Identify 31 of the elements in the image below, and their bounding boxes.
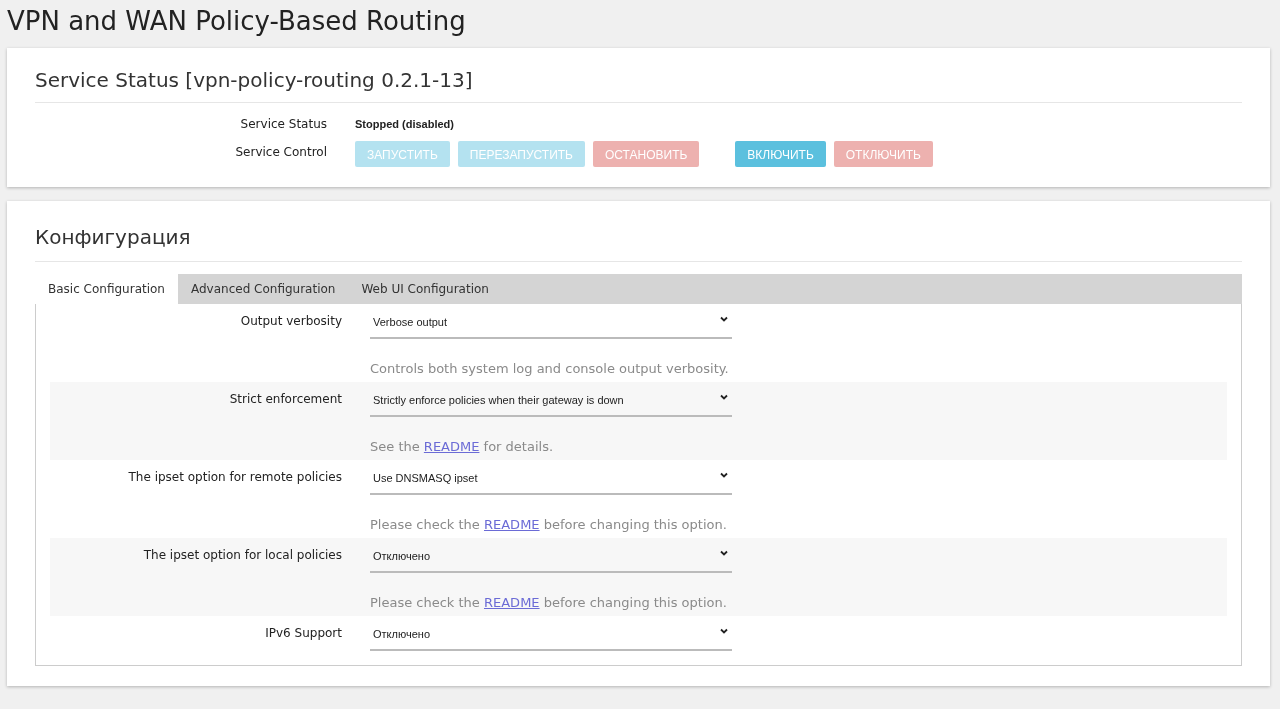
panel-title: Конфигурация <box>35 225 1242 262</box>
chevron-down-icon <box>719 314 729 324</box>
field-label: Service Control <box>234 144 328 161</box>
chevron-down-icon <box>719 470 729 480</box>
option-label: The ipset option for local policies <box>142 547 343 564</box>
option-label: The ipset option for remote policies <box>127 469 343 486</box>
readme-link[interactable]: README <box>484 594 540 610</box>
select-field[interactable]: Verbose output <box>370 310 732 339</box>
tab[interactable]: Web UI Configuration <box>348 274 502 304</box>
chevron-down-icon <box>719 626 729 636</box>
select-field[interactable]: Отключено <box>370 544 732 573</box>
readme-link[interactable]: README <box>484 516 540 532</box>
select-field[interactable]: Strictly enforce policies when their gateway is down <box>370 388 732 417</box>
chevron-down-icon <box>719 548 729 558</box>
select-field[interactable]: Use DNSMASQ ipset <box>370 466 732 495</box>
select-field[interactable]: Отключено <box>370 622 732 651</box>
tab[interactable]: Basic Configuration <box>35 274 178 304</box>
field-label: Service Status <box>239 116 328 133</box>
status-value: Stopped (disabled) <box>355 116 454 132</box>
help-text: See the README for details. <box>370 437 555 456</box>
panel-title: Service Status [vpn-policy-routing 0.2.1-13] <box>35 68 1242 103</box>
help-text: Please check the README before changing this option. <box>370 515 728 534</box>
chevron-down-icon <box>719 392 729 402</box>
option-label: Strict enforcement <box>228 391 343 408</box>
page-title: VPN and WAN Policy-Based Routing <box>7 6 467 38</box>
option-label: Output verbosity <box>239 313 343 330</box>
tab[interactable]: Advanced Configuration <box>177 274 349 304</box>
readme-link[interactable]: README <box>423 438 480 454</box>
help-text: Please check the README before changing this option. <box>370 593 728 612</box>
help-text: Controls both system log and console output verbosity. <box>370 359 730 378</box>
option-label: IPv6 Support <box>264 625 343 642</box>
